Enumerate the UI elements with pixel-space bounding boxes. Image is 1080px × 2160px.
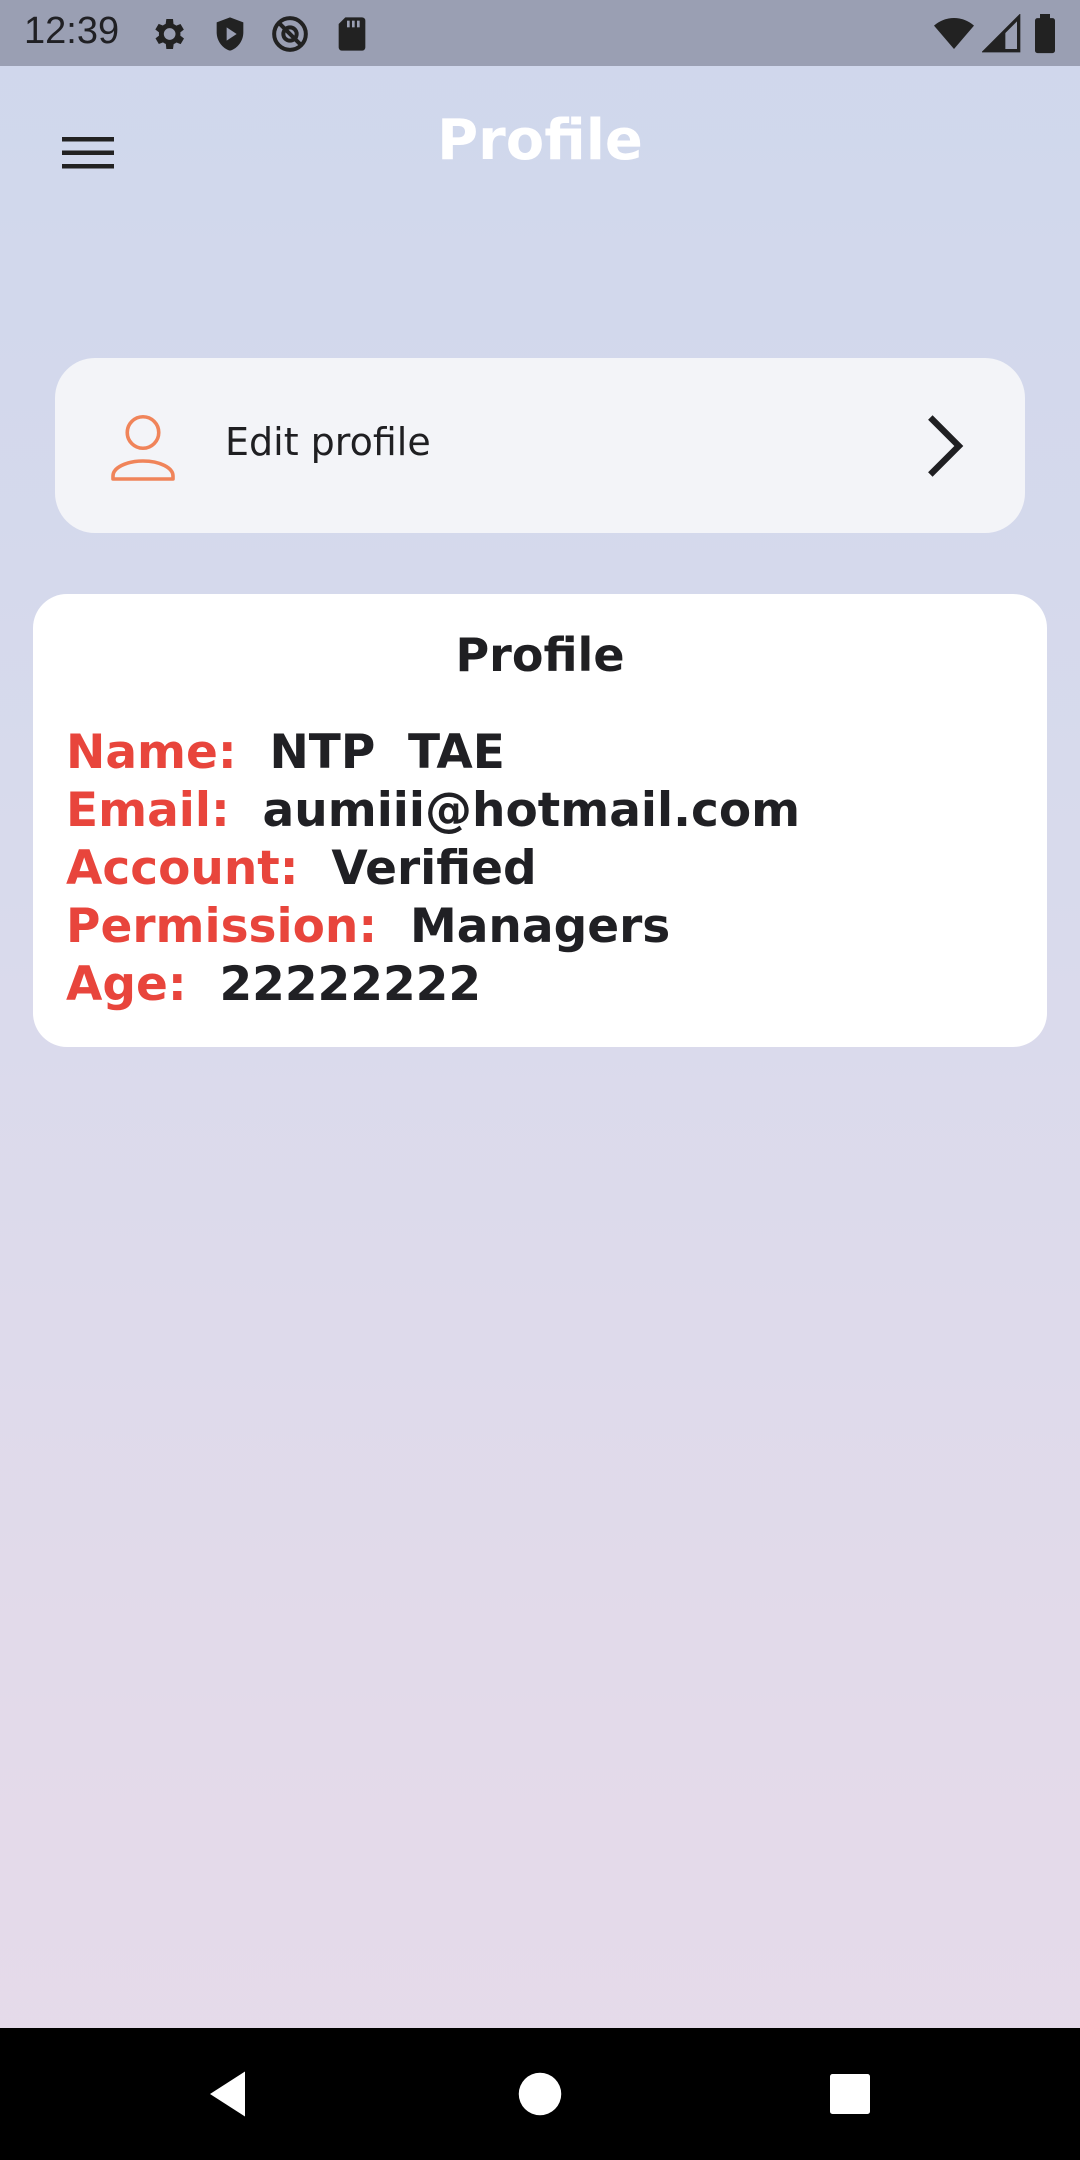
home-icon[interactable] bbox=[510, 2064, 570, 2124]
profile-details: Name: NTP TAE Email: aumiii@hotmail.com … bbox=[66, 724, 800, 1014]
settings-icon bbox=[155, 19, 184, 49]
row-value: NTP TAE bbox=[269, 725, 505, 780]
sd-card-icon bbox=[338, 17, 366, 51]
profile-row-permission: Permission: Managers bbox=[66, 898, 800, 956]
back-icon[interactable] bbox=[200, 2064, 260, 2124]
battery-icon bbox=[1035, 14, 1055, 54]
edit-profile-button[interactable]: Edit profile bbox=[55, 358, 1025, 533]
at-sign-icon bbox=[272, 16, 308, 52]
row-key: Email: bbox=[66, 783, 230, 838]
row-value: 22222222 bbox=[219, 957, 482, 1012]
row-value: Verified bbox=[331, 841, 537, 896]
navigation-bar bbox=[0, 2028, 1080, 2160]
wifi-icon bbox=[934, 18, 974, 49]
status-time: 12:39 bbox=[24, 10, 120, 52]
profile-row-name: Name: NTP TAE bbox=[66, 724, 800, 782]
row-key: Permission: bbox=[66, 899, 378, 954]
row-key: Name: bbox=[66, 725, 237, 780]
person-icon bbox=[111, 414, 175, 481]
chevron-right-icon bbox=[928, 415, 964, 477]
status-bar: 12:39 bbox=[0, 0, 1080, 66]
edit-profile-label: Edit profile bbox=[225, 420, 431, 464]
recents-icon[interactable] bbox=[820, 2064, 880, 2124]
page-title: Profile bbox=[437, 108, 643, 173]
profile-row-account: Account: Verified bbox=[66, 840, 800, 898]
profile-card: Profile Name: NTP TAE Email: aumiii@hotm… bbox=[33, 594, 1047, 1047]
profile-row-email: Email: aumiii@hotmail.com bbox=[66, 782, 800, 840]
shield-icon bbox=[216, 17, 244, 51]
signal-icon bbox=[982, 14, 1021, 53]
row-key: Account: bbox=[66, 841, 299, 896]
row-key: Age: bbox=[66, 957, 187, 1012]
profile-card-title: Profile bbox=[455, 628, 625, 682]
profile-row-age: Age: 22222222 bbox=[66, 956, 800, 1014]
row-value: Managers bbox=[409, 899, 671, 954]
row-value: aumiii@hotmail.com bbox=[262, 783, 801, 838]
